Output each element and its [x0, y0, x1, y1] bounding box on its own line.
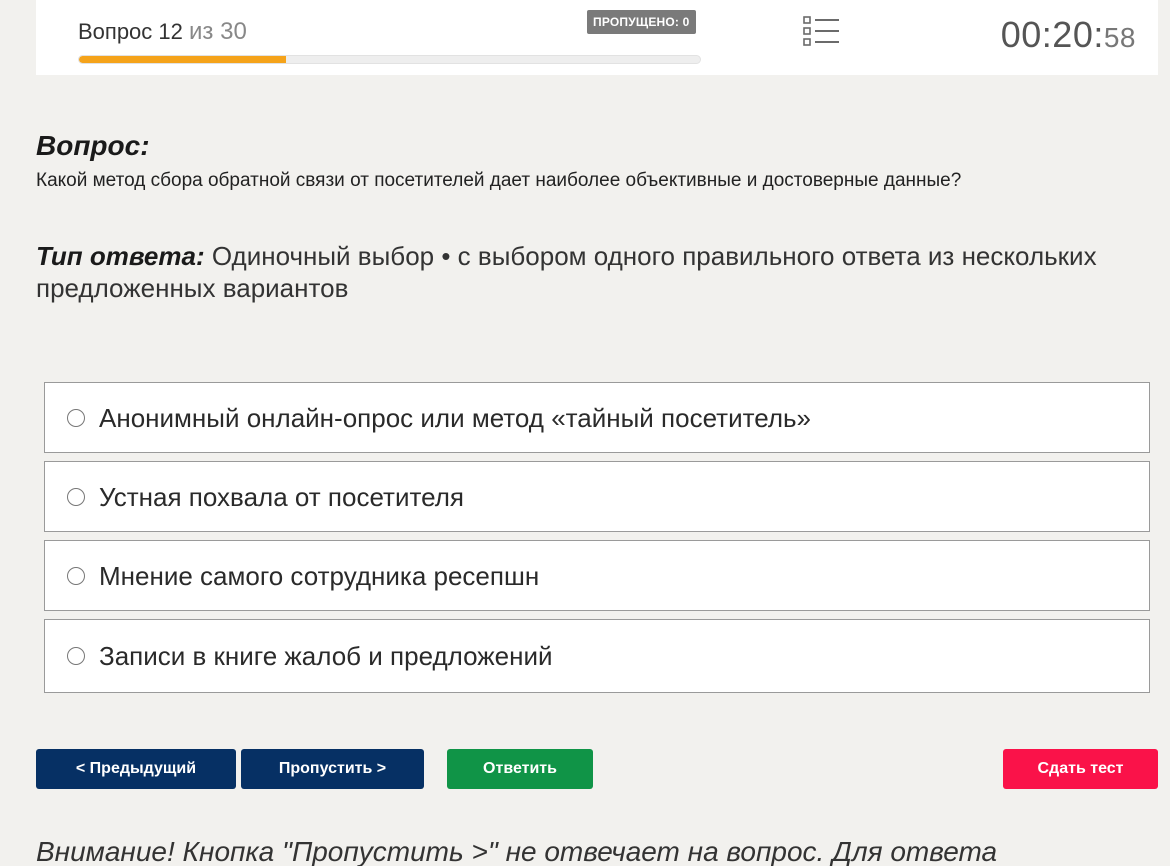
answer-option-label: Анонимный онлайн-опрос или метод «тайный…	[99, 403, 812, 433]
progress-bar-fill	[79, 56, 286, 63]
skip-warning: Внимание! Кнопка "Пропустить >" не отвеч…	[36, 836, 998, 866]
question-total: из 30	[189, 18, 247, 45]
progress-bar	[78, 55, 701, 64]
answer-option-label: Мнение самого сотрудника ресепшн	[99, 561, 540, 591]
answer-option[interactable]: Мнение самого сотрудника ресепшн	[44, 540, 1150, 611]
question-heading: Вопрос:	[36, 130, 150, 161]
timer-main: 00:20:	[1000, 14, 1104, 55]
quiz-header: Вопрос 12 из 30 ПРОПУЩЕНО: 0 00:20:58	[36, 0, 1158, 75]
answer-type-label: Тип ответа:	[36, 241, 205, 271]
answer-option-label: Записи в книге жалоб и предложений	[99, 641, 553, 671]
radio-button-icon[interactable]	[67, 567, 85, 585]
timer: 00:20:58	[1001, 14, 1136, 56]
previous-button[interactable]: < Предыдущий	[36, 749, 236, 789]
answer-option-label: Устная похвала от посетителя	[99, 482, 464, 512]
radio-button-icon[interactable]	[67, 647, 85, 665]
question-number: Вопрос 12	[78, 19, 183, 44]
answer-option[interactable]: Записи в книге жалоб и предложений	[44, 619, 1150, 693]
answer-button[interactable]: Ответить	[447, 749, 593, 789]
skip-button[interactable]: Пропустить >	[241, 749, 424, 789]
radio-button-icon[interactable]	[67, 409, 85, 427]
radio-button-icon[interactable]	[67, 488, 85, 506]
submit-test-button[interactable]: Сдать тест	[1003, 749, 1158, 789]
skipped-badge: ПРОПУЩЕНО: 0	[587, 10, 696, 34]
answer-type: Тип ответа: Одиночный выбор • с выбором …	[36, 240, 1146, 304]
answer-option[interactable]: Устная похвала от посетителя	[44, 461, 1150, 532]
answer-option[interactable]: Анонимный онлайн-опрос или метод «тайный…	[44, 382, 1150, 453]
question-counter: Вопрос 12 из 30	[78, 18, 247, 46]
question-list-icon[interactable]	[801, 14, 841, 48]
timer-seconds: 58	[1103, 22, 1136, 53]
question-text: Какой метод сбора обратной связи от посе…	[36, 170, 962, 191]
